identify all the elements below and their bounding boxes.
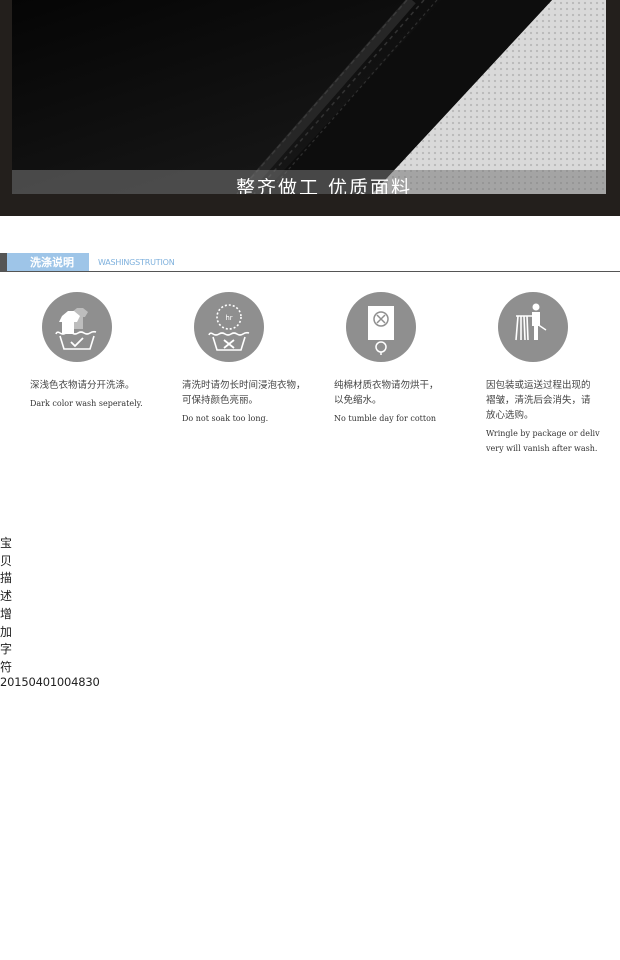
care-text-en: Wringle by package or deliv very will va… <box>486 429 600 453</box>
header-accent-bar <box>0 253 7 272</box>
care-text-zh: 因包装或运送过程出现的 褶皱，清洗后会消失，请 放心选购。 <box>486 380 591 421</box>
fabric-illustration <box>12 0 606 194</box>
care-text-zh: 清洗时请勿长时间浸泡衣物， 可保持颜色亮丽。 <box>182 380 306 406</box>
section-title: 洗涤说明 <box>30 256 74 269</box>
svg-text:hr: hr <box>225 314 232 322</box>
header-divider <box>0 271 620 272</box>
care-text-en: Do not soak too long. <box>182 414 269 423</box>
care-text-en: No tumble day for cotton <box>334 414 437 423</box>
vertical-char: 加 <box>0 624 13 639</box>
item-code: 20150401004830 <box>0 675 100 689</box>
vertical-char: 述 <box>0 589 13 604</box>
care-card-wrinkle: 因包装或运送过程出现的 褶皱，清洗后会消失，请 放心选购。 Wringle by… <box>486 292 620 456</box>
vertical-description-text: 宝 贝 描 述 增 加 字 符 <box>0 535 14 677</box>
vertical-char: 描 <box>0 571 13 586</box>
care-text-zh: 深浅色衣物请分开洗涤。 <box>30 380 135 391</box>
vertical-char: 字 <box>0 642 13 657</box>
care-text-en: Dark color wash seperately. <box>30 399 143 408</box>
care-card-soak: hr 清洗时请勿长时间浸泡衣物， 可保持颜色亮丽。 Do not soak to… <box>182 292 332 426</box>
vertical-char: 增 <box>0 606 13 621</box>
product-photo-frame: 整齐做工 优质面料 <box>0 0 620 216</box>
no-tumble-dry-icon <box>368 306 394 355</box>
vertical-char: 符 <box>0 659 13 674</box>
care-icon-circle <box>346 292 416 362</box>
washing-instructions-header: 洗涤说明 WASHINGSTRUTION <box>0 250 620 274</box>
care-card-no-tumble: 纯棉材质衣物请勿烘干， 以免缩水。 No tumble day for cott… <box>334 292 484 426</box>
care-card-dark-color: 深浅色衣物请分开洗涤。 Dark color wash seperately. <box>30 292 180 411</box>
care-text-zh: 纯棉材质衣物请勿烘干， 以免缩水。 <box>334 380 439 406</box>
care-icon-circle <box>498 292 568 362</box>
fabric-closeup-photo: 整齐做工 优质面料 <box>12 0 606 194</box>
tshirt-wash-icon <box>55 308 97 350</box>
banner-caption: 整齐做工 优质面料 <box>235 177 413 194</box>
timer-basin-icon: hr <box>208 304 250 351</box>
section-subtitle: WASHINGSTRUTION <box>98 258 175 267</box>
care-icon-circle <box>42 292 112 362</box>
care-icon-circle: hr <box>194 292 264 362</box>
hanging-garment-icon <box>515 303 547 341</box>
vertical-char: 贝 <box>0 553 13 568</box>
vertical-char: 宝 <box>0 536 13 550</box>
